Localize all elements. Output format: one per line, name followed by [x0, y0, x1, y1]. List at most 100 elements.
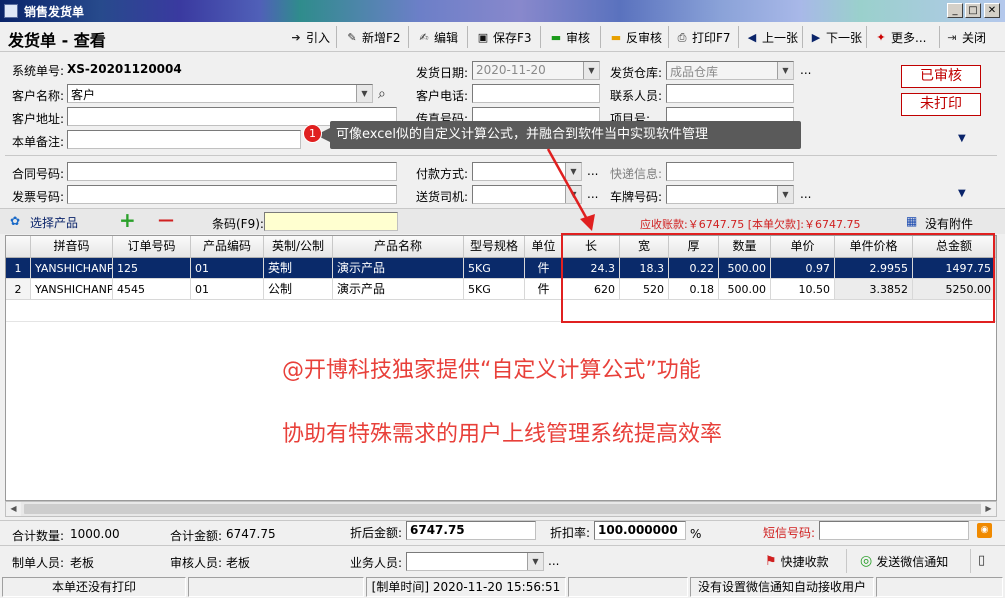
scroll-right-icon[interactable]: ▶ [981, 502, 996, 516]
toolbar-separator [336, 26, 337, 48]
grid-header[interactable]: 订单号码 [113, 236, 191, 258]
invoice-label: 发票号码: [12, 190, 65, 204]
grid-header[interactable]: 英制/公制 [264, 236, 333, 258]
invoice-field[interactable] [67, 185, 397, 204]
warehouse-select[interactable]: 成品仓库 ▼ [666, 61, 794, 80]
remove-row-icon[interactable]: — [158, 210, 174, 229]
sales-more[interactable]: ... [548, 554, 559, 568]
minimize-button[interactable]: _ [947, 3, 963, 18]
promo-text-line1: @开博科技独家提供“自定义计算公式”功能 [282, 358, 701, 383]
toolbar-separator [600, 26, 601, 48]
receivable-text: 应收账款:￥6747.75 [本单欠款]:￥6747.75 [640, 218, 861, 231]
table-row-1-cell[interactable]: 5KG [464, 258, 525, 279]
chevron-down-icon[interactable]: ▼ [777, 62, 793, 79]
next-button[interactable]: ▶ 下一张 [809, 26, 862, 48]
tooltip-number-badge: 1 [303, 124, 322, 143]
edit-icon: ✍ [419, 30, 429, 44]
table-row-2-cell[interactable]: 件 [525, 279, 563, 300]
table-row-2-cell[interactable]: YANSHICHANP [31, 279, 113, 300]
toolbar-separator [668, 26, 669, 48]
calendar-icon: ▦ [906, 214, 918, 228]
table-row-2-cell[interactable]: 公制 [264, 279, 333, 300]
table-row-1-no[interactable]: 1 [6, 258, 31, 279]
print-button[interactable]: ⎙ 打印F7 [675, 26, 731, 48]
warehouse-more[interactable]: ... [800, 63, 811, 77]
new-button[interactable]: ✎ 新增F2 [345, 26, 400, 48]
date-field[interactable]: 2020-11-20 ▼ [472, 61, 600, 80]
quick-collect-button[interactable]: ⚑ 快捷收款 [757, 548, 843, 574]
horizontal-scrollbar[interactable]: ◀ ▶ [5, 501, 997, 517]
edit-button[interactable]: ✍ 编辑 [417, 26, 458, 48]
express-field[interactable] [666, 162, 794, 181]
window-close-button[interactable]: ✕ [984, 3, 1000, 18]
table-row-2-cell[interactable]: 5KG [464, 279, 525, 300]
contract-field[interactable] [67, 162, 397, 181]
approve-icon: ▬ [550, 30, 562, 44]
status-empty [188, 577, 364, 597]
import-button[interactable]: ➔ 引入 [289, 26, 330, 48]
contact-label: 联系人员: [610, 89, 663, 103]
sales-select[interactable]: ▼ [406, 552, 544, 571]
more-button[interactable]: ✦ 更多... [874, 26, 926, 48]
discounted-label: 折后金额: [350, 526, 403, 540]
rss-icon[interactable]: ◉ [977, 523, 992, 538]
table-row-1-cell[interactable]: YANSHICHANP [31, 258, 113, 279]
formula-highlight-box [561, 233, 995, 323]
grid-header[interactable]: 拼音码 [31, 236, 113, 258]
plate-select[interactable]: ▼ [666, 185, 794, 204]
phone-field[interactable] [472, 84, 600, 103]
approve-button[interactable]: ▬ 审核 [549, 26, 590, 48]
barcode-input[interactable] [264, 212, 398, 231]
contact-field[interactable] [666, 84, 794, 103]
table-row-1-cell[interactable]: 件 [525, 258, 563, 279]
add-row-icon[interactable]: + [119, 208, 136, 232]
arrow-right-icon: ▶ [811, 30, 821, 44]
expand-chevron-icon[interactable]: ▼ [958, 188, 966, 199]
table-row-1-cell[interactable]: 01 [191, 258, 264, 279]
customer-select[interactable]: 客户 ▼ [67, 84, 373, 103]
close-button[interactable]: ⇥ 关闭 [945, 26, 986, 48]
save-button[interactable]: ▣ 保存F3 [476, 26, 532, 48]
prev-button[interactable]: ◀ 上一张 [745, 26, 798, 48]
grid-header[interactable] [6, 236, 31, 258]
table-row-2-no[interactable]: 2 [6, 279, 31, 300]
table-row-1-cell[interactable]: 演示产品 [333, 258, 464, 279]
grid-header[interactable]: 产品编码 [191, 236, 264, 258]
attachment-status[interactable]: 没有附件 [925, 215, 973, 232]
expand-chevron-icon[interactable]: ▼ [958, 133, 966, 144]
discounted-field[interactable]: 6747.75 [406, 521, 536, 540]
table-row-2-cell[interactable]: 演示产品 [333, 279, 464, 300]
maker-label: 制单人员: [12, 556, 65, 570]
discount-rate-field[interactable]: 100.000000 [594, 521, 686, 540]
table-row-2-cell[interactable]: 4545 [113, 279, 191, 300]
mobile-icon[interactable]: ▯ [978, 553, 985, 568]
grid-header[interactable]: 单位 [525, 236, 563, 258]
customer-label: 客户名称: [12, 89, 65, 103]
maximize-button[interactable]: □ [965, 3, 981, 18]
scroll-thumb[interactable] [24, 504, 982, 514]
toolbar-separator [802, 26, 803, 48]
chevron-down-icon[interactable]: ▼ [527, 553, 543, 570]
wechat-notify-button[interactable]: ◎ 发送微信通知 [856, 548, 968, 574]
barcode-label: 条码(F9): [212, 217, 264, 231]
promo-text-line2: 协助有特殊需求的用户上线管理系统提高效率 [282, 422, 723, 447]
plate-more[interactable]: ... [800, 187, 811, 201]
table-row-2-cell[interactable]: 01 [191, 279, 264, 300]
select-product-button[interactable]: 选择产品 [30, 214, 78, 231]
app-icon [4, 4, 18, 18]
phone-label: 客户电话: [416, 89, 469, 103]
sms-label: 短信号码: [763, 526, 816, 540]
status-empty [876, 577, 1003, 597]
unapprove-button[interactable]: ▬ 反审核 [609, 26, 662, 48]
customer-lookup-icon[interactable]: ⌕ [378, 86, 386, 102]
remark-field[interactable] [67, 130, 301, 149]
grid-header[interactable]: 产品名称 [333, 236, 464, 258]
chevron-down-icon[interactable]: ▼ [583, 62, 599, 79]
grid-header[interactable]: 型号规格 [464, 236, 525, 258]
table-row-1-cell[interactable]: 125 [113, 258, 191, 279]
chevron-down-icon[interactable]: ▼ [356, 85, 372, 102]
sms-field[interactable] [819, 521, 969, 540]
scroll-left-icon[interactable]: ◀ [6, 502, 21, 516]
chevron-down-icon[interactable]: ▼ [777, 186, 793, 203]
table-row-1-cell[interactable]: 英制 [264, 258, 333, 279]
